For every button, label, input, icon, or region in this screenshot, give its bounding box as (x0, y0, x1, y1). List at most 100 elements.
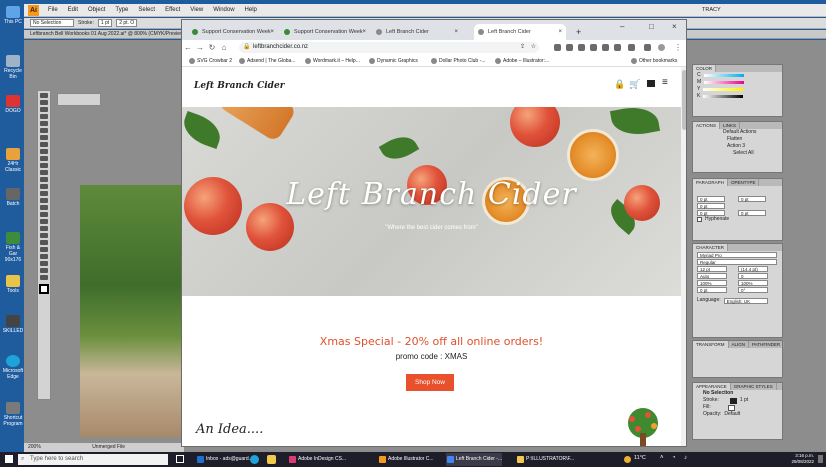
bookmark-item[interactable]: Wordmark.it – Help... (304, 55, 360, 67)
font-style-select[interactable]: Regular (697, 258, 777, 265)
magenta-slider[interactable] (704, 81, 745, 84)
volume-icon[interactable]: ♪ (684, 455, 687, 461)
user-name[interactable]: TRACY (702, 7, 721, 13)
perspective-grid-tool-icon[interactable] (40, 205, 48, 210)
desktop-icon-batch[interactable]: Batch (2, 188, 24, 207)
taskbar-app-illustrator[interactable]: Adobe Illustrator C... (378, 453, 434, 466)
fill-swatch-icon[interactable] (727, 404, 735, 411)
scrollbar-thumb[interactable] (682, 70, 686, 130)
language-select[interactable]: English: UK (723, 297, 768, 304)
brush-field[interactable]: 2 pt. O (116, 19, 138, 27)
menu-type[interactable]: Type (115, 7, 128, 13)
indent-right-field[interactable]: 0 pt (738, 195, 766, 202)
url-bar[interactable]: 🔒 leftbranchcider.co.nz ⇪ ☆ (239, 42, 539, 53)
account-lock-icon[interactable]: 🔒 (614, 79, 625, 90)
action-item[interactable]: Select All (693, 150, 782, 157)
page-scrollbar[interactable] (681, 67, 686, 446)
font-family-select[interactable]: Myriad Pro (697, 251, 777, 258)
tray-chevron-icon[interactable]: ˄ (660, 455, 664, 461)
pen-tool-icon[interactable] (40, 121, 48, 126)
indent-left-field[interactable]: 0 pt (697, 195, 725, 202)
magic-wand-tool-icon[interactable] (40, 107, 48, 112)
space-after-field[interactable]: 0 pt (738, 209, 766, 216)
desktop-icon-skilled[interactable]: SKILLED (2, 315, 24, 334)
weather-icon[interactable] (624, 456, 631, 463)
reload-icon[interactable]: ↻ (206, 43, 218, 52)
tab-paragraph[interactable]: PARAGRAPH (693, 179, 728, 186)
menu-object[interactable]: Object (88, 7, 105, 13)
tab-transform[interactable]: TRANSFORM (693, 341, 729, 348)
new-tab-button[interactable]: + (572, 24, 581, 40)
symbol-sprayer-tool-icon[interactable] (40, 240, 48, 245)
eraser-tool-icon[interactable] (40, 163, 48, 168)
yellow-slider[interactable] (703, 88, 744, 91)
taskbar-app-explorer[interactable]: P:\ILLUSTRATOR\F... (516, 453, 574, 466)
opacity-row-value[interactable]: Default (724, 411, 740, 418)
bookmark-item[interactable]: Adsend | The Globa... (238, 55, 295, 67)
action-item[interactable]: Action 3 (693, 143, 782, 150)
selection-tool-icon[interactable] (40, 93, 48, 98)
extension-icon[interactable] (578, 44, 585, 51)
zoom-level[interactable]: 200% (28, 444, 41, 450)
other-bookmarks[interactable]: Other bookmarks (630, 55, 677, 67)
action-item[interactable]: Flatten (693, 136, 782, 143)
menu-view[interactable]: View (190, 7, 203, 13)
explorer-taskbar-icon[interactable] (267, 455, 276, 464)
desktop-icon-tools[interactable]: Tools (2, 275, 24, 294)
cyan-slider[interactable] (703, 74, 744, 77)
space-before-field[interactable]: 0 pt (697, 209, 725, 216)
tab-appearance[interactable]: APPEARANCE (693, 383, 731, 390)
blend-tool-icon[interactable] (40, 233, 48, 238)
hand-tool-icon[interactable] (40, 268, 48, 273)
horizontal-scale-field[interactable]: 100% (738, 279, 768, 286)
rotate-tool-icon[interactable] (40, 170, 48, 175)
extension-icon[interactable] (590, 44, 597, 51)
tab-graphic-styles[interactable]: GRAPHIC STYLES (731, 383, 777, 390)
hyphenate-checkbox[interactable] (697, 217, 702, 222)
kebab-menu-icon[interactable]: ⋮ (672, 43, 684, 52)
browser-tab[interactable]: Support Conservation Week × (280, 24, 370, 40)
notifications-icon[interactable] (818, 455, 823, 463)
close-tab-icon[interactable]: × (454, 24, 458, 40)
desktop-icon-dogo[interactable]: DOGO (2, 95, 24, 114)
extension-icon[interactable] (614, 44, 621, 51)
clock[interactable]: 3:16 p.m. 29/08/2022 (770, 453, 814, 465)
browser-tab-active[interactable]: Left Branch Cider × (474, 24, 566, 40)
artboard-tool-icon[interactable] (40, 254, 48, 259)
paintbrush-tool-icon[interactable] (40, 149, 48, 154)
menu-window[interactable]: Window (213, 7, 234, 13)
wifi-icon[interactable]: ◔ (672, 455, 676, 461)
tab-pathfinder[interactable]: PATHFINDER (749, 341, 785, 348)
back-icon[interactable]: ← (182, 43, 194, 52)
extension-icon[interactable] (566, 44, 573, 51)
desktop-icon-shortcut[interactable]: Shortcut Program (2, 402, 24, 427)
scale-tool-icon[interactable] (40, 177, 48, 182)
menu-edit[interactable]: Edit (68, 7, 78, 13)
free-transform-tool-icon[interactable] (40, 191, 48, 196)
bookmark-item[interactable]: Dynamic Graphics (368, 55, 418, 67)
profile-avatar-icon[interactable] (658, 44, 665, 51)
site-logo[interactable]: Left Branch Cider (194, 81, 284, 91)
leading-field[interactable]: (14.4 pt) (738, 265, 768, 272)
desktop-icon-fish[interactable]: Fish & Gar 90x176 (2, 232, 24, 263)
bookmark-item[interactable]: Dollar Photo Club -... (430, 55, 485, 67)
home-icon[interactable]: ⌂ (218, 43, 230, 52)
stroke-weight-field[interactable]: 1 pt (97, 19, 113, 27)
desktop-icon-24hr[interactable]: 24Hr Classic (2, 148, 24, 173)
gradient-tool-icon[interactable] (40, 219, 48, 224)
menu-file[interactable]: File (48, 7, 58, 13)
desktop-icon-recycle-bin[interactable]: Recycle Bin (2, 55, 24, 80)
tab-actions[interactable]: ACTIONS (693, 122, 721, 129)
browser-tab[interactable]: Support Conservation Week × (188, 24, 278, 40)
cart-icon[interactable]: 🛒 (629, 79, 640, 90)
font-size-field[interactable]: 12 pt (697, 265, 727, 272)
hamburger-menu-icon[interactable]: ≡ (662, 77, 668, 88)
vertical-scale-field[interactable]: 100% (697, 279, 727, 286)
bookmark-item[interactable]: SVG Crowbar 2 (188, 55, 232, 67)
bookmark-star-icon[interactable]: ☆ (531, 42, 536, 53)
desktop-icon-this-pc[interactable]: This PC (2, 6, 24, 25)
close-tab-icon[interactable]: × (558, 24, 562, 40)
slice-tool-icon[interactable] (40, 261, 48, 266)
tab-character[interactable]: CHARACTER (693, 244, 729, 251)
taskbar-app-indesign[interactable]: Adobe InDesign CS... (288, 453, 346, 466)
